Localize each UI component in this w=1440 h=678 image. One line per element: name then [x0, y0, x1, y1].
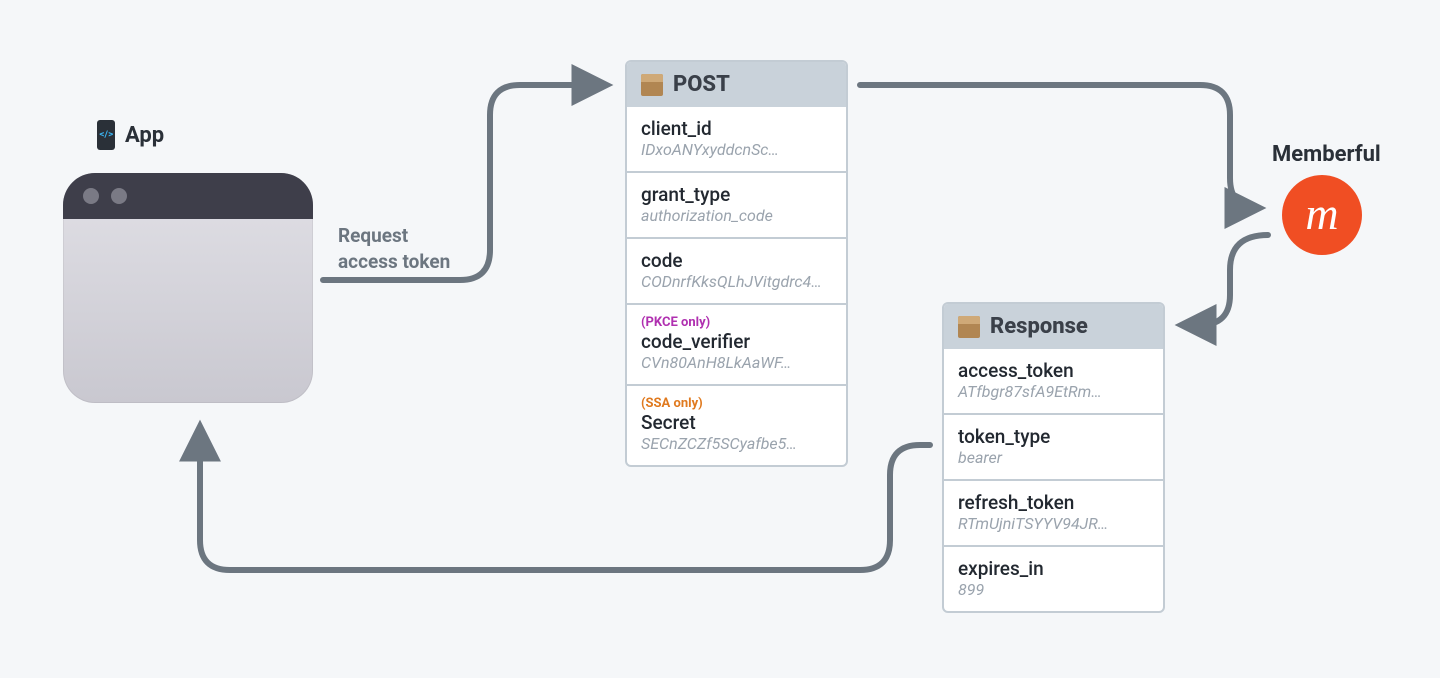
request-access-token-label: Request access token	[338, 223, 450, 274]
post-card-header: POST	[627, 62, 846, 107]
field-grant-type: grant_type authorization_code	[627, 171, 846, 237]
field-token-type: token_type bearer	[944, 413, 1163, 479]
post-card: POST client_id IDxoANYxyddcnSc… grant_ty…	[625, 60, 848, 467]
field-secret: (SSA only) Secret SECnZCZf5SCyafbe5…	[627, 384, 846, 465]
phone-icon	[97, 120, 115, 150]
response-title: Response	[990, 314, 1088, 339]
response-card: Response access_token ATfbgr87sfA9EtRm… …	[942, 302, 1165, 613]
field-access-token: access_token ATfbgr87sfA9EtRm…	[944, 349, 1163, 413]
app-label-text: App	[125, 123, 164, 148]
post-fields: client_id IDxoANYxyddcnSc… grant_type au…	[627, 107, 846, 465]
app-window	[63, 173, 313, 403]
app-window-titlebar	[63, 173, 313, 219]
response-card-header: Response	[944, 304, 1163, 349]
field-client-id: client_id IDxoANYxyddcnSc…	[627, 107, 846, 171]
field-expires-in: expires_in 899	[944, 545, 1163, 611]
response-fields: access_token ATfbgr87sfA9EtRm… token_typ…	[944, 349, 1163, 611]
window-dot	[83, 188, 99, 204]
app-label: App	[97, 120, 164, 150]
memberful-logo: m	[1282, 175, 1362, 255]
field-refresh-token: refresh_token RTmUjniTSYYV94JR…	[944, 479, 1163, 545]
field-code-verifier: (PKCE only) code_verifier CVn80AnH8LkAaW…	[627, 303, 846, 384]
memberful-label: Memberful	[1272, 142, 1381, 167]
window-dot	[111, 188, 127, 204]
field-code: code CODnrfKksQLhJVitgdrc4…	[627, 237, 846, 303]
post-title: POST	[673, 72, 730, 97]
package-icon	[641, 74, 663, 96]
package-icon	[958, 316, 980, 338]
